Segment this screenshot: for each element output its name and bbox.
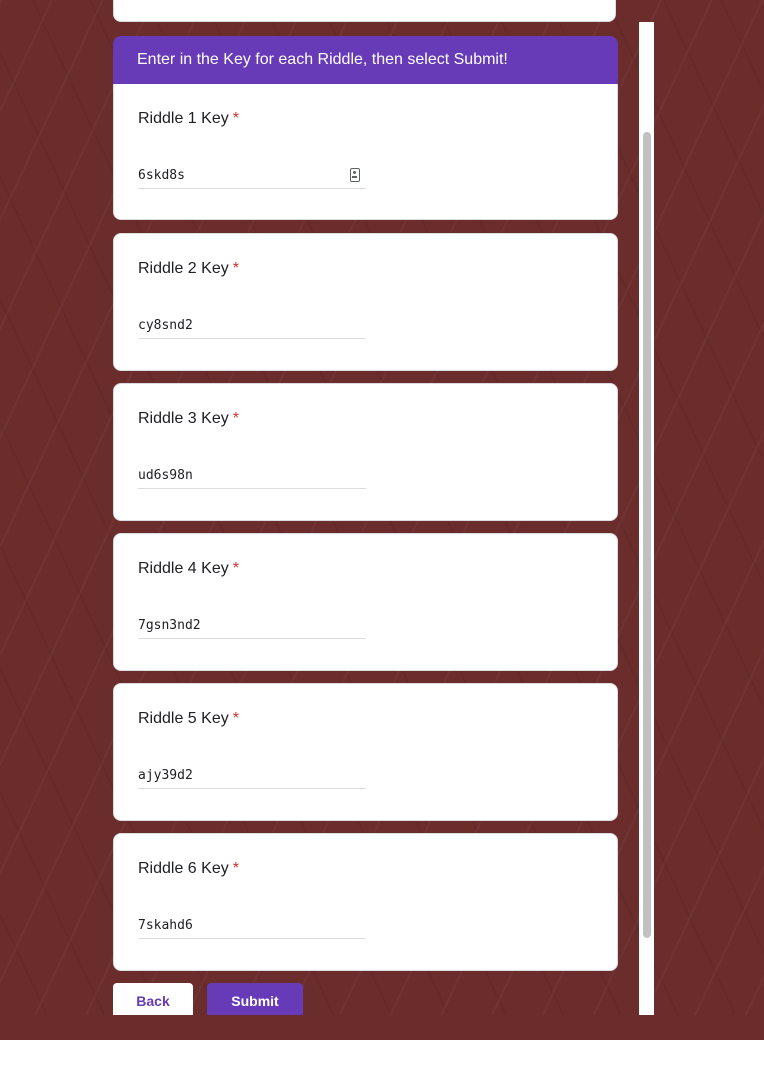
question-label: Riddle 1 Key	[138, 110, 229, 127]
question-label: Riddle 5 Key	[138, 710, 229, 727]
answer-input[interactable]: cy8snd2	[138, 316, 366, 339]
question-label: Riddle 3 Key	[138, 410, 229, 427]
question-title: Riddle 5 Key *	[138, 710, 239, 728]
required-asterisk: *	[232, 710, 239, 727]
question-card-4: Riddle 4 Key * 7gsn3nd2	[113, 533, 618, 671]
question-title: Riddle 3 Key *	[138, 410, 239, 428]
answer-input[interactable]: ajy39d2	[138, 766, 366, 789]
scrollbar-track[interactable]	[639, 22, 654, 1015]
question-label: Riddle 6 Key	[138, 860, 229, 877]
required-asterisk: *	[232, 260, 239, 277]
previous-card-edge	[113, 0, 616, 22]
question-card-3: Riddle 3 Key * ud6s98n	[113, 383, 618, 521]
answer-value: cy8snd2	[138, 318, 193, 333]
question-title: Riddle 4 Key *	[138, 560, 239, 578]
question-label: Riddle 4 Key	[138, 560, 229, 577]
answer-input[interactable]: 6skd8s	[138, 166, 366, 189]
question-label: Riddle 2 Key	[138, 260, 229, 277]
question-card-5: Riddle 5 Key * ajy39d2	[113, 683, 618, 821]
frame-bottom-edge	[0, 1015, 764, 1040]
question-card-2: Riddle 2 Key * cy8snd2	[113, 233, 618, 371]
question-title: Riddle 6 Key *	[138, 860, 239, 878]
answer-input[interactable]: ud6s98n	[138, 466, 366, 489]
back-button[interactable]: Back	[113, 983, 193, 1019]
answer-input[interactable]: 7gsn3nd2	[138, 616, 366, 639]
section-header: Enter in the Key for each Riddle, then s…	[113, 36, 618, 84]
answer-value: 7gsn3nd2	[138, 618, 201, 633]
section-header-text: Enter in the Key for each Riddle, then s…	[137, 51, 508, 68]
answer-value: 6skd8s	[138, 168, 185, 183]
required-asterisk: *	[232, 860, 239, 877]
answer-value: ud6s98n	[138, 468, 193, 483]
answer-value: 7skahd6	[138, 918, 193, 933]
question-title: Riddle 1 Key *	[138, 110, 239, 128]
required-asterisk: *	[232, 410, 239, 427]
submit-button[interactable]: Submit	[207, 983, 303, 1019]
scrollbar-thumb[interactable]	[643, 132, 651, 938]
question-card-1: Riddle 1 Key * 6skd8s	[113, 84, 618, 220]
required-asterisk: *	[232, 110, 239, 127]
answer-input[interactable]: 7skahd6	[138, 916, 366, 939]
question-card-6: Riddle 6 Key * 7skahd6	[113, 833, 618, 971]
page-background: Enter in the Key for each Riddle, then s…	[0, 0, 764, 1040]
answer-value: ajy39d2	[138, 768, 193, 783]
question-title: Riddle 2 Key *	[138, 260, 239, 278]
password-key-icon[interactable]	[350, 168, 360, 182]
required-asterisk: *	[232, 560, 239, 577]
